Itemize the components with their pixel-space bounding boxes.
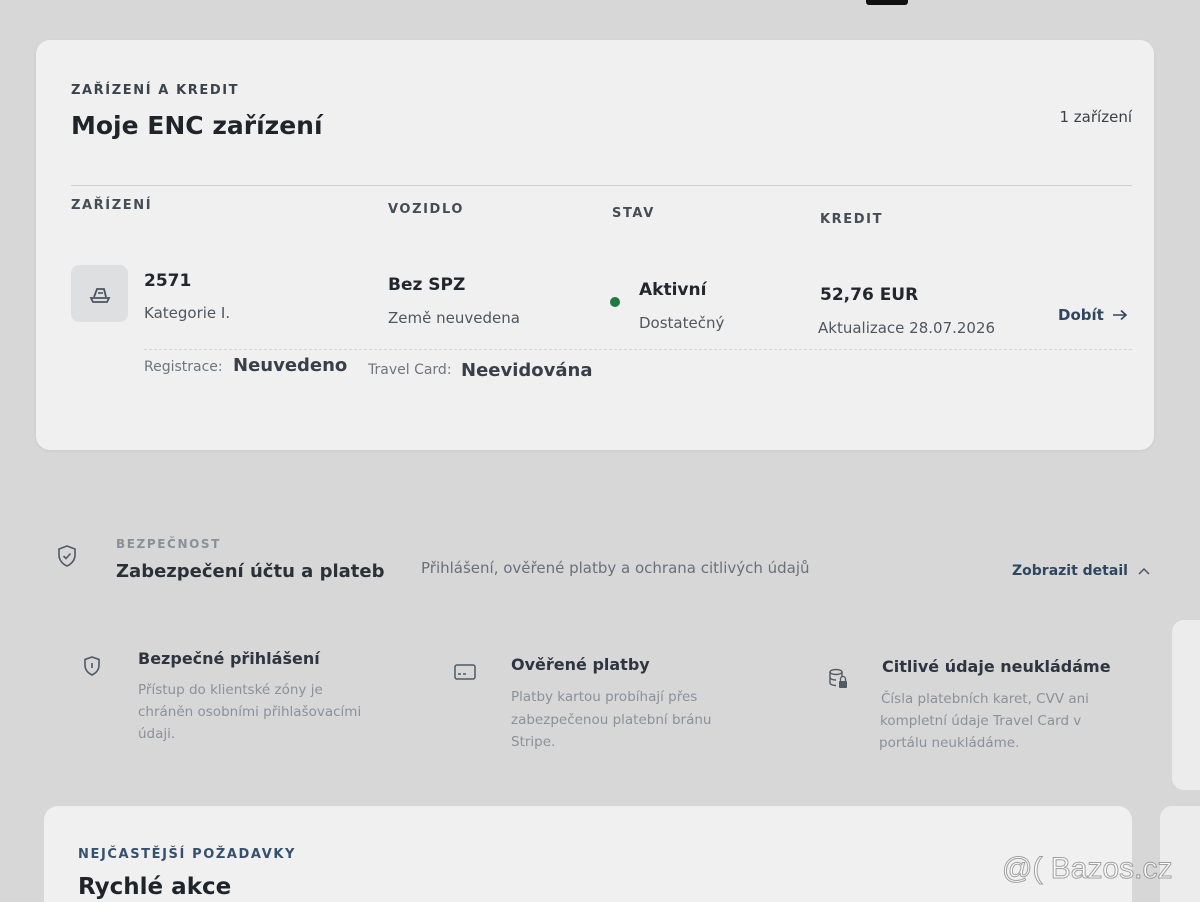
device-id: 2571 xyxy=(144,271,192,291)
quick-actions-card: NEJČASTĚJŠÍ POŽADAVKY Rychlé akce xyxy=(44,806,1132,902)
status-value: Aktivní xyxy=(639,280,707,300)
shield-icon xyxy=(84,656,100,676)
feature-text-line: Stripe. xyxy=(511,734,556,750)
feature-text-line: zabezpečenou platební bránu xyxy=(511,712,712,728)
quick-actions-title: Rychlé akce xyxy=(78,874,232,900)
credit-updated: Aktualizace 28.07.2026 xyxy=(818,319,996,337)
enc-devices-card: ZAŘÍZENÍ A KREDIT Moje ENC zařízení 1 za… xyxy=(36,40,1154,450)
registration-label: Registrace: xyxy=(144,359,223,375)
travelcard-label: Travel Card: xyxy=(368,362,452,378)
feature-text-line: Platby kartou probíhají přes xyxy=(511,689,698,705)
feature-text-line: portálu neukládáme. xyxy=(879,735,1020,751)
travelcard-value: Neevidována xyxy=(461,360,593,381)
watermark: @( Bazos.cz xyxy=(1002,852,1173,886)
security-title: Zabezpečení účtu a plateb xyxy=(116,561,385,582)
status-detail: Dostatečný xyxy=(639,314,725,332)
database-lock-icon xyxy=(829,668,847,688)
feature-title: Bezpečné přihlášení xyxy=(138,649,320,668)
column-header-credit: KREDIT xyxy=(820,212,884,227)
topup-button[interactable]: Dobít xyxy=(1058,306,1128,324)
column-header-vehicle: VOZIDLO xyxy=(388,202,465,217)
row-divider xyxy=(144,349,1132,350)
card-icon xyxy=(454,664,476,680)
feature-title: Citlivé údaje neukládáme xyxy=(882,657,1111,676)
page-title: Moje ENC zařízení xyxy=(71,111,323,140)
toll-device-icon xyxy=(89,287,110,303)
show-detail-label: Zobrazit detail xyxy=(1012,563,1128,579)
show-detail-button[interactable]: Zobrazit detail xyxy=(1012,563,1150,579)
quick-actions-eyebrow: NEJČASTĚJŠÍ POŽADAVKY xyxy=(78,847,297,862)
device-icon-tile xyxy=(71,265,128,322)
column-header-device: ZAŘÍZENÍ xyxy=(71,198,153,213)
feature-text-line: údaji. xyxy=(138,726,176,742)
status-indicator-dot xyxy=(610,297,620,307)
registration-value: Neuvedeno xyxy=(233,355,348,376)
security-description: Přihlášení, ověřené platby a ochrana cit… xyxy=(421,559,810,577)
feature-text-line: chráněn osobními přihlašovacími xyxy=(138,704,362,720)
column-header-status: STAV xyxy=(612,206,655,221)
chevron-up-icon xyxy=(1138,567,1150,575)
topup-label: Dobít xyxy=(1058,306,1104,324)
feature-text-line: Čísla platebních karet, CVV ani xyxy=(881,691,1089,707)
section-eyebrow: ZAŘÍZENÍ A KREDIT xyxy=(71,83,240,98)
device-category: Kategorie I. xyxy=(144,304,231,322)
arrow-right-icon xyxy=(1112,309,1128,321)
header-divider xyxy=(71,185,1132,186)
side-card-edge xyxy=(1172,620,1200,790)
vehicle-plate: Bez SPZ xyxy=(388,275,466,295)
feature-text-line: Přístup do klientské zóny je xyxy=(138,682,323,698)
top-edge-bar xyxy=(866,0,908,5)
device-count: 1 zařízení xyxy=(1059,108,1133,126)
vehicle-country: Země neuvedena xyxy=(388,309,520,327)
security-eyebrow: BEZPEČNOST xyxy=(116,537,221,551)
feature-title: Ověřené platby xyxy=(511,655,650,674)
feature-text-line: kompletní údaje Travel Card v xyxy=(880,713,1082,729)
credit-value: 52,76 EUR xyxy=(820,285,919,305)
shield-check-icon xyxy=(58,545,76,567)
